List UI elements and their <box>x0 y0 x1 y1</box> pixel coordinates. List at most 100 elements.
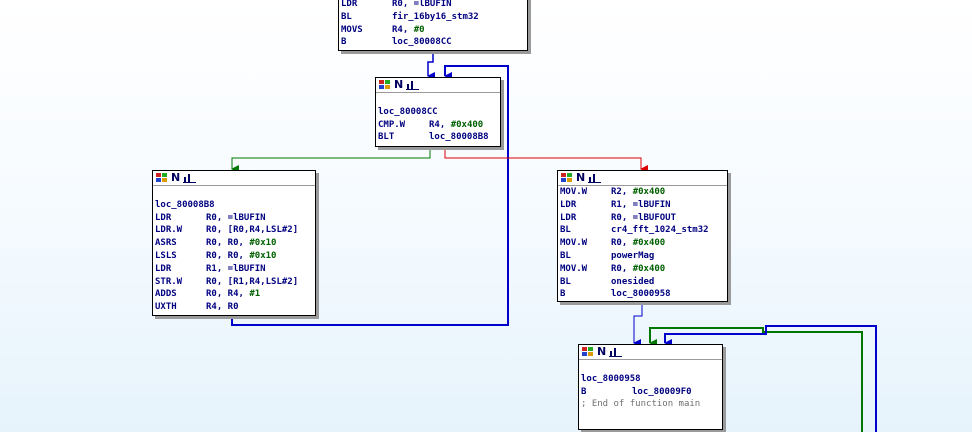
mnemonic[interactable]: LDR.W <box>155 224 206 237</box>
operands[interactable]: R4, R0 <box>206 302 239 312</box>
instruction-line[interactable]: LDR R0, =lBUFIN <box>155 212 313 225</box>
node-header[interactable]: N <box>376 78 500 93</box>
operands[interactable]: powerMag <box>611 251 654 261</box>
instruction-line[interactable]: UXTH R4, R0 <box>155 301 313 314</box>
operands[interactable]: onesided <box>611 277 654 287</box>
operands[interactable]: R0, <box>611 238 633 248</box>
operands[interactable]: R0, =lBUFIN <box>392 0 452 9</box>
instruction-line[interactable]: MOV.W R2, #0x400 <box>560 186 725 199</box>
instruction-line[interactable]: BL onesided <box>560 276 725 289</box>
immediate-value[interactable]: #0x400 <box>633 187 666 197</box>
node-header[interactable]: N <box>579 345 722 360</box>
edge-branch-false[interactable] <box>444 146 648 173</box>
color-palette-icon[interactable] <box>155 173 168 183</box>
mnemonic[interactable]: MOVS <box>341 24 392 37</box>
operands[interactable]: R0, R0, <box>206 251 249 261</box>
instruction-line[interactable]: Bloc_8000958 <box>560 288 725 301</box>
node-header[interactable]: N <box>153 171 315 186</box>
mnemonic[interactable]: BLT <box>378 131 429 144</box>
operands[interactable]: cr4_fft_1024_stm32 <box>611 225 709 235</box>
immediate-value[interactable]: #1 <box>249 289 260 299</box>
instruction-line[interactable]: MOV.W R0, #0x400 <box>560 263 725 276</box>
mnemonic[interactable]: B <box>581 386 632 399</box>
blank-line[interactable] <box>581 360 720 373</box>
operands[interactable]: R0, =lBUFIN <box>206 213 266 223</box>
operands[interactable]: loc_8000958 <box>611 289 671 299</box>
operands[interactable]: R2, <box>611 187 633 197</box>
mnemonic[interactable]: LDR <box>560 212 611 225</box>
mnemonic[interactable]: LDR <box>155 263 206 276</box>
instruction-line[interactable]: Bloc_80008CC <box>341 36 525 49</box>
operands[interactable]: loc_80008B8 <box>429 132 489 142</box>
operands[interactable]: loc_80009F0 <box>632 387 692 397</box>
mnemonic[interactable]: LDR <box>560 199 611 212</box>
mnemonic[interactable]: B <box>341 36 392 49</box>
node-loop-cond[interactable]: N loc_80008CC CMP.W R4, #0x400 BLT loc_80008… <box>375 77 501 147</box>
mnemonic[interactable]: LDR <box>155 212 206 225</box>
code-label[interactable]: loc_80008CC <box>378 106 498 119</box>
edge-fft-to-end[interactable] <box>633 300 643 347</box>
operands[interactable]: fir_16by16_stm32 <box>392 12 479 22</box>
mnemonic[interactable]: ADDS <box>155 288 206 301</box>
mnemonic[interactable]: B <box>560 288 611 301</box>
label-text[interactable]: loc_80008B8 <box>155 200 215 210</box>
instruction-line[interactable]: MOV.W R0, #0x400 <box>560 237 725 250</box>
code-label[interactable]: loc_80008B8 <box>155 199 313 212</box>
instruction-line[interactable]: CMP.W R4, #0x400 <box>378 119 498 132</box>
edge-top-to-loop[interactable] <box>427 50 435 80</box>
mnemonic[interactable]: BL <box>560 276 611 289</box>
graph-overview-icon[interactable] <box>406 80 420 90</box>
color-palette-icon[interactable] <box>581 347 594 357</box>
instruction-line[interactable]: BL fir_16by16_stm32 <box>341 11 525 24</box>
immediate-value[interactable]: #0x10 <box>249 251 276 261</box>
graph-overview-icon[interactable] <box>588 173 602 183</box>
label-text[interactable]: loc_8000958 <box>581 374 641 384</box>
graph-overview-icon[interactable] <box>183 173 197 183</box>
mnemonic[interactable]: UXTH <box>155 301 206 314</box>
label-text[interactable]: loc_80008CC <box>378 107 438 117</box>
edge-branch-true[interactable] <box>231 146 431 173</box>
instruction-line[interactable]: LDR.W R0, [R0,R4,LSL#2] <box>155 224 313 237</box>
graph-overview-icon[interactable] <box>609 347 623 357</box>
blank-line[interactable] <box>378 93 498 106</box>
mnemonic[interactable]: CMP.W <box>378 119 429 132</box>
instruction-line[interactable]: ASRS R0, R0, #0x10 <box>155 237 313 250</box>
instruction-line[interactable]: LDR R1, =lBUFIN <box>560 199 725 212</box>
node-loop-body[interactable]: N loc_80008B8 LDR R0, =lBUFIN LDR.W R0, [R0,… <box>152 170 316 316</box>
instruction-line[interactable]: BL powerMag <box>560 250 725 263</box>
immediate-value[interactable]: #0x10 <box>249 238 276 248</box>
immediate-value[interactable]: #0 <box>414 25 425 35</box>
operands[interactable]: R1, =lBUFIN <box>611 200 671 210</box>
instruction-line[interactable]: LDR R0, =lBUFIN <box>341 0 525 11</box>
instruction-line[interactable]: Bloc_80009F0 <box>581 386 720 399</box>
immediate-value[interactable]: #0x400 <box>633 264 666 274</box>
instruction-line[interactable]: LSLS R0, R0, #0x10 <box>155 250 313 263</box>
mnemonic[interactable]: LSLS <box>155 250 206 263</box>
node-end-block[interactable]: N loc_8000958 Bloc_80009F0; End of functi… <box>578 344 723 430</box>
operands[interactable]: R0, <box>611 264 633 274</box>
operands[interactable]: R4, <box>392 25 414 35</box>
instruction-line[interactable]: BLT loc_80008B8 <box>378 131 498 144</box>
node-top[interactable]: LDR R0, =lBUFIN BL fir_16by16_stm32 MOVS R4, … <box>338 0 528 51</box>
mnemonic[interactable]: MOV.W <box>560 263 611 276</box>
immediate-value[interactable]: #0x400 <box>451 120 484 130</box>
operands[interactable]: R0, R4, <box>206 289 249 299</box>
instruction-line[interactable]: MOVS R4, #0 <box>341 24 525 37</box>
mnemonic[interactable]: BL <box>560 224 611 237</box>
mnemonic[interactable]: MOV.W <box>560 186 611 199</box>
instruction-line[interactable]: ADDS R0, R4, #1 <box>155 288 313 301</box>
immediate-value[interactable]: #0x400 <box>633 238 666 248</box>
code-label[interactable]: loc_8000958 <box>581 373 720 386</box>
node-fft-block[interactable]: N MOV.W R2, #0x400 LDR R1, =lBUFIN LDR R0, =l… <box>557 170 728 302</box>
operands[interactable]: R1, =lBUFIN <box>206 264 266 274</box>
operands[interactable]: R0, [R0,R4,LSL#2] <box>206 225 298 235</box>
operands[interactable]: R0, =lBUFOUT <box>611 213 676 223</box>
operands[interactable]: R4, <box>429 120 451 130</box>
mnemonic[interactable]: MOV.W <box>560 237 611 250</box>
mnemonic[interactable]: BL <box>560 250 611 263</box>
node-header[interactable]: N <box>558 171 727 186</box>
operands[interactable]: R0, [R1,R4,LSL#2] <box>206 277 298 287</box>
blank-line[interactable] <box>155 186 313 199</box>
mnemonic[interactable]: BL <box>341 11 392 24</box>
instruction-line[interactable]: LDR R0, =lBUFOUT <box>560 212 725 225</box>
